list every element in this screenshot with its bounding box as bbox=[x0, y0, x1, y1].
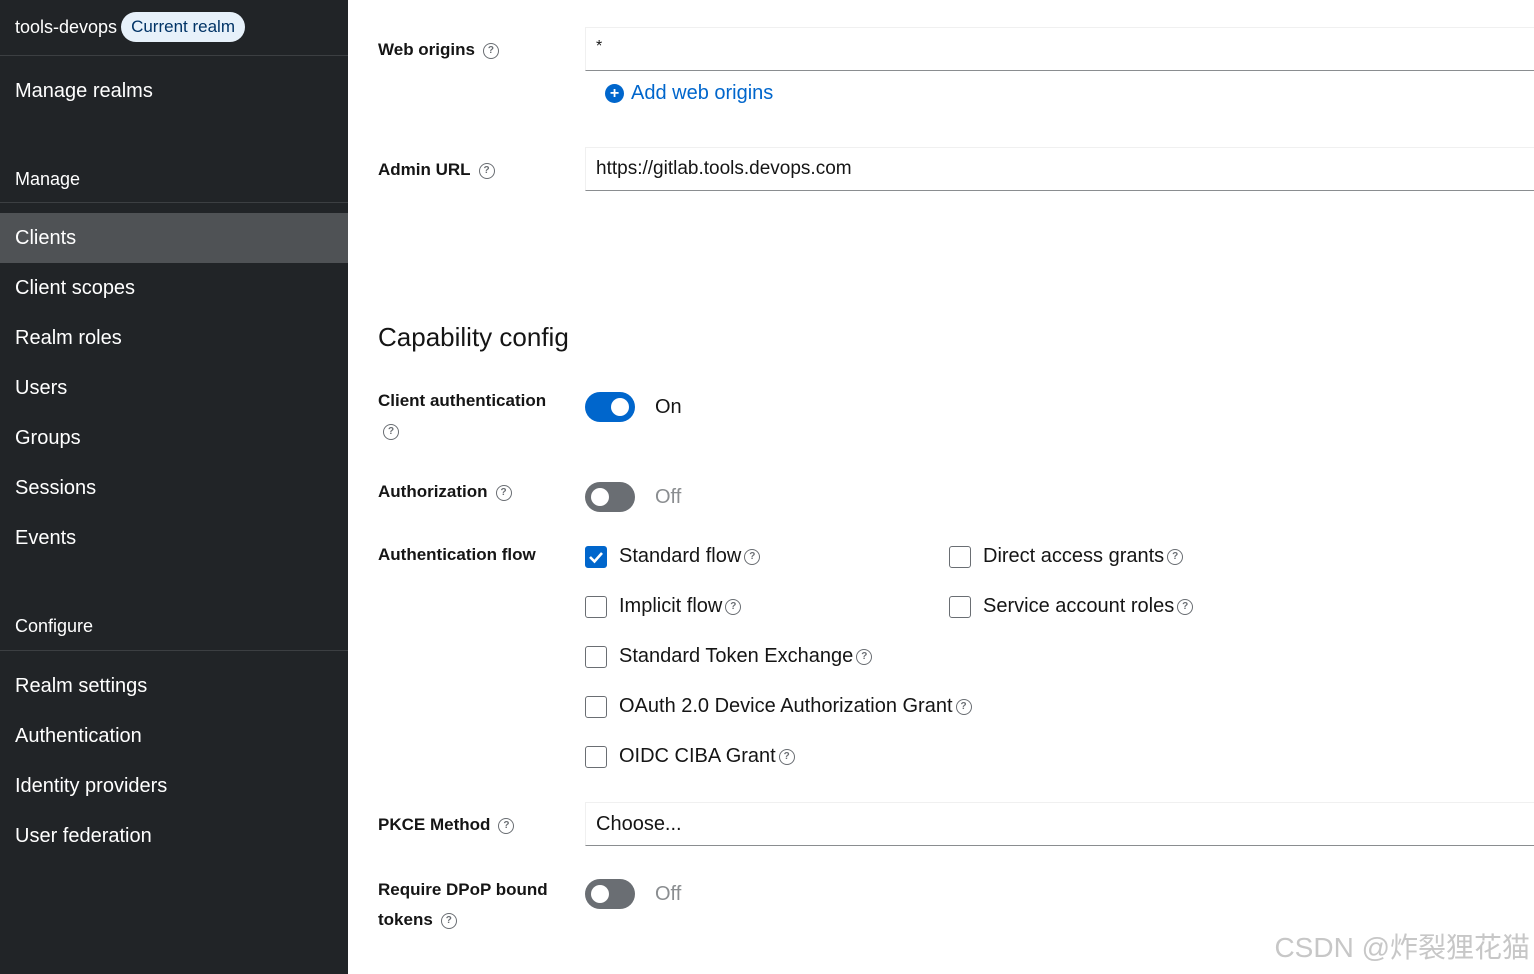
nav-groups[interactable]: Groups bbox=[0, 413, 348, 463]
implicit-flow-label: Implicit flow bbox=[619, 595, 723, 617]
standard-token-exchange-label: Standard Token Exchange bbox=[619, 645, 854, 667]
web-origins-field[interactable] bbox=[585, 27, 1534, 71]
checkbox[interactable] bbox=[585, 645, 607, 668]
help-icon[interactable]: ? bbox=[478, 162, 495, 179]
pkce-method-select[interactable]: Choose... bbox=[585, 802, 1534, 846]
watermark: CSDN @炸裂狸花猫 bbox=[1274, 932, 1530, 963]
toggle-knob bbox=[591, 488, 609, 506]
auth-flow-label: Authentication flow bbox=[378, 545, 536, 564]
pkce-method-value: Choose... bbox=[596, 813, 682, 835]
capability-config-heading: Capability config bbox=[378, 322, 569, 352]
help-icon[interactable]: ? bbox=[498, 817, 515, 834]
checkbox[interactable] bbox=[585, 695, 607, 718]
add-web-origins-label: Add web origins bbox=[631, 82, 774, 104]
client-auth-label-text: Client authentication bbox=[378, 391, 547, 410]
divider bbox=[0, 55, 348, 56]
client-auth-toggle[interactable] bbox=[585, 392, 635, 422]
dpop-state: Off bbox=[655, 883, 682, 905]
authorization-toggle[interactable] bbox=[585, 482, 635, 512]
dpop-label-line1: Require DPoP bound bbox=[378, 880, 548, 899]
dpop-label: Require DPoP bound tokens? bbox=[378, 875, 548, 935]
nav-manage-realms[interactable]: Manage realms bbox=[0, 66, 348, 116]
section-configure-title: Configure bbox=[15, 616, 94, 636]
help-icon[interactable]: ? bbox=[495, 484, 512, 501]
nav-authentication[interactable]: Authentication bbox=[0, 711, 348, 761]
nav-identity-providers[interactable]: Identity providers bbox=[0, 761, 348, 811]
help-icon[interactable]: ? bbox=[1167, 548, 1184, 565]
nav-realm-roles[interactable]: Realm roles bbox=[0, 313, 348, 363]
nav-sessions[interactable]: Sessions bbox=[0, 463, 348, 513]
admin-url-input[interactable] bbox=[586, 148, 1534, 190]
web-origins-label-text: Web origins bbox=[378, 40, 475, 59]
checkbox[interactable] bbox=[585, 595, 607, 618]
nav-client-scopes[interactable]: Client scopes bbox=[0, 263, 348, 313]
standard-token-exchange-checkbox[interactable]: Standard Token Exchange? bbox=[585, 645, 873, 668]
divider bbox=[0, 650, 348, 651]
checkmark-icon bbox=[589, 551, 603, 563]
realm-name: tools-devops bbox=[15, 16, 118, 37]
device-grant-label: OAuth 2.0 Device Authorization Grant bbox=[619, 695, 953, 717]
direct-access-grants-checkbox[interactable]: Direct access grants? bbox=[949, 545, 1184, 568]
help-icon[interactable]: ? bbox=[744, 548, 761, 565]
device-grant-checkbox[interactable]: OAuth 2.0 Device Authorization Grant? bbox=[585, 695, 972, 718]
divider bbox=[0, 202, 348, 203]
authorization-label: Authorization? bbox=[378, 477, 512, 507]
ciba-grant-label: OIDC CIBA Grant bbox=[619, 745, 776, 767]
web-origins-input[interactable] bbox=[586, 28, 1534, 66]
help-icon[interactable]: ? bbox=[1177, 598, 1194, 615]
plus-circle-icon: + bbox=[605, 84, 624, 103]
help-icon[interactable]: ? bbox=[955, 698, 972, 715]
client-auth-state: On bbox=[655, 396, 682, 418]
add-web-origins-button[interactable]: + Add web origins bbox=[605, 82, 773, 105]
help-icon[interactable]: ? bbox=[440, 912, 457, 929]
nav-user-federation[interactable]: User federation bbox=[0, 811, 348, 861]
admin-url-field[interactable] bbox=[585, 147, 1534, 191]
ciba-grant-checkbox[interactable]: OIDC CIBA Grant? bbox=[585, 745, 795, 768]
standard-flow-checkbox[interactable]: Standard flow? bbox=[585, 545, 761, 568]
realm-selector[interactable]: tools-devops Current realm bbox=[15, 8, 245, 46]
nav-events[interactable]: Events bbox=[0, 513, 348, 563]
service-account-roles-checkbox[interactable]: Service account roles? bbox=[949, 595, 1194, 618]
dpop-toggle[interactable] bbox=[585, 879, 635, 909]
pkce-method-label-text: PKCE Method bbox=[378, 815, 491, 834]
help-icon[interactable]: ? bbox=[482, 42, 499, 59]
dpop-label-line2: tokens bbox=[378, 910, 433, 929]
nav-clients[interactable]: Clients bbox=[0, 213, 348, 263]
pkce-method-label: PKCE Method? bbox=[378, 810, 515, 840]
nav-realm-settings[interactable]: Realm settings bbox=[0, 661, 348, 711]
direct-access-grants-label: Direct access grants bbox=[983, 545, 1165, 567]
checkbox[interactable] bbox=[949, 545, 971, 568]
section-manage-title: Manage bbox=[15, 169, 81, 189]
help-icon[interactable]: ? bbox=[856, 648, 873, 665]
current-realm-badge: Current realm bbox=[121, 12, 245, 42]
standard-flow-label: Standard flow bbox=[619, 545, 742, 567]
client-auth-label: Client authentication ? bbox=[378, 386, 546, 446]
help-icon[interactable]: ? bbox=[778, 748, 795, 765]
web-origins-label: Web origins? bbox=[378, 35, 499, 65]
toggle-knob bbox=[591, 885, 609, 903]
checkbox[interactable] bbox=[585, 745, 607, 768]
checkbox[interactable] bbox=[949, 595, 971, 618]
nav-users[interactable]: Users bbox=[0, 363, 348, 413]
implicit-flow-checkbox[interactable]: Implicit flow? bbox=[585, 595, 742, 618]
authorization-state: Off bbox=[655, 486, 682, 508]
checkbox-checked[interactable] bbox=[585, 545, 607, 568]
sidebar: tools-devops Current realm Manage realms… bbox=[0, 0, 348, 974]
help-icon[interactable]: ? bbox=[383, 423, 399, 440]
toggle-knob bbox=[611, 398, 629, 416]
admin-url-label: Admin URL? bbox=[378, 155, 495, 185]
help-icon[interactable]: ? bbox=[725, 598, 742, 615]
service-account-roles-label: Service account roles bbox=[983, 595, 1175, 617]
admin-url-label-text: Admin URL bbox=[378, 160, 471, 179]
authorization-label-text: Authorization bbox=[378, 482, 488, 501]
